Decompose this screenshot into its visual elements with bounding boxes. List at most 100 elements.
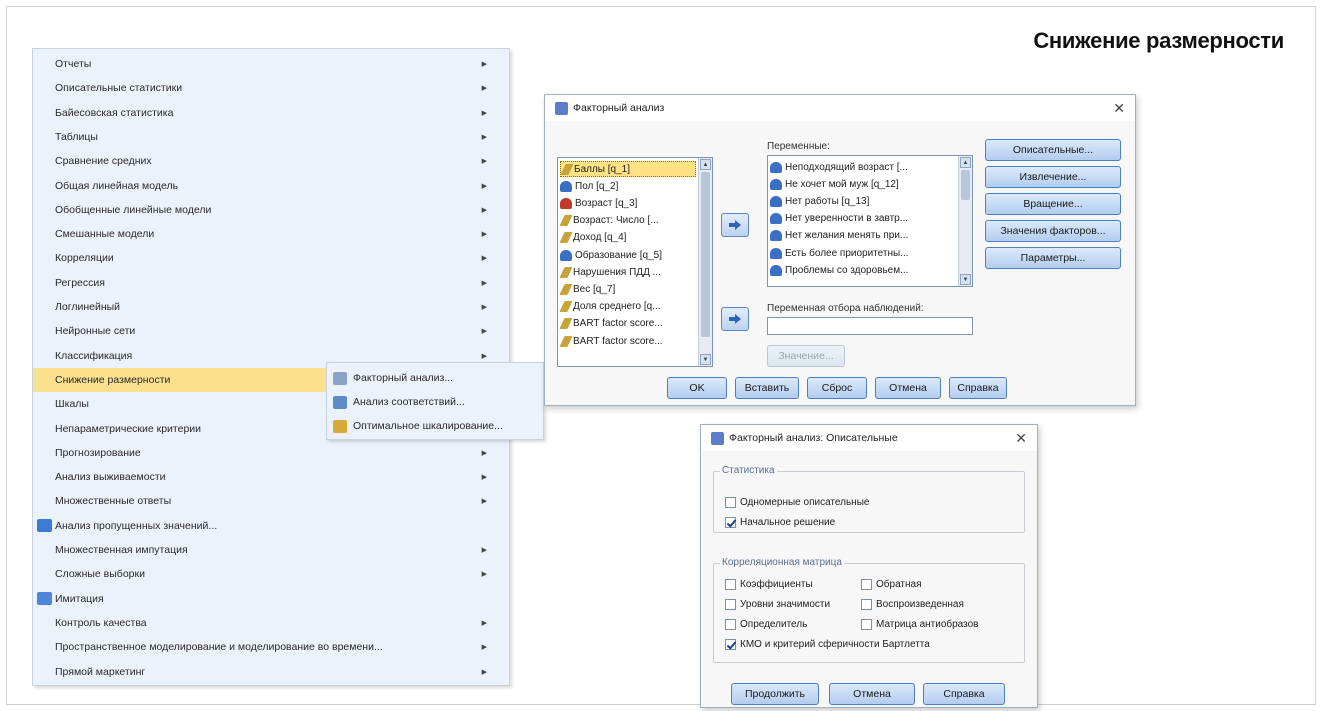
variable-item[interactable]: Нарушения ПДД ... [559,264,696,280]
close-icon[interactable]: ✕ [1015,430,1027,447]
menu-item[interactable]: Логлинейный ▶ [33,295,509,319]
variable-item[interactable]: Неподходящий возраст [... [770,159,956,175]
factor-scores-button[interactable]: Значения факторов... [985,220,1121,242]
checkbox-label: Обратная [876,579,922,590]
menu-item[interactable]: Регрессия ▶ [33,271,509,295]
checkbox-уровни-значимости[interactable]: Уровни значимости [725,599,830,610]
extraction-button[interactable]: Извлечение... [985,166,1121,188]
selection-variable-field[interactable] [767,317,973,335]
submenu-item[interactable]: Оптимальное шкалирование... [327,414,543,438]
scroll-thumb[interactable] [701,172,710,337]
menu-item[interactable]: Общая линейная модель ▶ [33,174,509,198]
checkbox[interactable] [725,639,736,650]
variable-item[interactable]: Баллы [q_1] [560,161,696,177]
ok-button[interactable]: OK [667,377,727,399]
checkbox-воспроизведенная[interactable]: Воспроизведенная [861,599,964,610]
variable-item[interactable]: Есть более приоритетны... [770,245,956,261]
scroll-down-icon[interactable]: ▼ [700,354,711,365]
checkbox-матрица-антиобразов[interactable]: Матрица антиобразов [861,619,978,630]
checkbox[interactable] [725,579,736,590]
scale-var-icon [560,163,574,175]
menu-item[interactable]: Смешанные модели ▶ [33,222,509,246]
checkbox-обратная[interactable]: Обратная [861,579,922,590]
analysis-variable-list[interactable]: ▲ ▼ Неподходящий возраст [... Не хочет мо… [767,155,973,287]
variable-item[interactable]: Нет работы [q_13] [770,193,956,209]
menu-item[interactable]: Отчеты ▶ [33,52,509,76]
descriptives-button[interactable]: Описательные... [985,139,1121,161]
variable-item[interactable]: Нет уверенности в завтр... [770,211,956,227]
nominal-var-icon [770,230,782,242]
variable-item[interactable]: BART factor score... [559,333,696,349]
rotation-button[interactable]: Вращение... [985,193,1121,215]
scroll-thumb[interactable] [961,170,970,200]
menu-item[interactable]: Обобщенные линейные модели ▶ [33,198,509,222]
help-button[interactable]: Справка [949,377,1007,399]
menu-item[interactable]: Контроль качества ▶ [33,611,509,635]
menu-item[interactable]: Сложные выборки ▶ [33,562,509,586]
variable-item[interactable]: Пол [q_2] [560,178,696,194]
source-variable-list[interactable]: ▲ ▼ Баллы [q_1] Пол [q_2] Возраст [q_3] Воз… [557,157,713,367]
variable-item[interactable]: Доход [q_4] [559,230,696,246]
menu-item[interactable]: Прогнозирование ▶ [33,441,509,465]
menu-item[interactable]: Анализ пропущенных значений... [33,514,509,538]
value-button[interactable]: Значение... [767,345,845,367]
menu-item[interactable]: Множественные ответы ▶ [33,489,509,513]
checkbox-кмо-и-критерий-сферичности-бартлетта[interactable]: КМО и критерий сферичности Бартлетта [725,639,930,650]
dialog-titlebar[interactable]: Факторный анализ: Описательные ✕ [701,425,1037,451]
checkbox[interactable] [861,599,872,610]
submenu-item[interactable]: Анализ соответствий... [327,390,543,414]
scroll-up-icon[interactable]: ▲ [960,157,971,168]
menu-item[interactable]: Прямой маркетинг ▶ [33,660,509,684]
variable-name: Нет работы [q_13] [785,195,870,207]
checkbox-начальное-решение[interactable]: Начальное решение [725,517,835,528]
checkbox-label: Коэффициенты [740,579,813,590]
checkbox-одномерные-описательные[interactable]: Одномерные описательные [725,497,869,508]
menu-item[interactable]: Корреляции ▶ [33,246,509,270]
source-list-scrollbar[interactable]: ▲ ▼ [698,158,712,366]
menu-item[interactable]: Нейронные сети ▶ [33,319,509,343]
scroll-up-icon[interactable]: ▲ [700,159,711,170]
variable-item[interactable]: Не хочет мой муж [q_12] [770,176,956,192]
variable-item[interactable]: Доля среднего [q... [559,299,696,315]
variable-item[interactable]: Вес [q_7] [559,281,696,297]
variable-item[interactable]: Образование [q_5] [560,247,696,263]
paste-button[interactable]: Вставить [735,377,799,399]
menu-item[interactable]: Таблицы ▶ [33,125,509,149]
checkbox-определитель[interactable]: Определитель [725,619,807,630]
menu-item[interactable]: Множественная импутация ▶ [33,538,509,562]
close-icon[interactable]: ✕ [1113,100,1125,117]
checkbox-label: Матрица антиобразов [876,619,979,630]
variable-item[interactable]: Возраст: Число [... [559,213,696,229]
move-to-variables-button[interactable] [721,213,749,237]
target-list-scrollbar[interactable]: ▲ ▼ [958,156,972,286]
menu-item[interactable]: Байесовская статистика ▶ [33,101,509,125]
variable-item[interactable]: Возраст [q_3] [560,195,696,211]
checkbox[interactable] [861,579,872,590]
cancel-button[interactable]: Отмена [829,683,915,705]
menu-item[interactable]: Пространственное моделирование и моделир… [33,635,509,659]
checkbox[interactable] [861,619,872,630]
scale-var-icon [559,266,573,278]
menu-item[interactable]: Сравнение средних ▶ [33,149,509,173]
checkbox[interactable] [725,619,736,630]
variable-item[interactable]: Нет желания менять при... [770,228,956,244]
menu-item[interactable]: Описательные статистики ▶ [33,76,509,100]
reset-button[interactable]: Сброс [807,377,867,399]
submenu-item[interactable]: Факторный анализ... [327,366,543,390]
move-to-selection-button[interactable] [721,307,749,331]
checkbox[interactable] [725,599,736,610]
continue-button[interactable]: Продолжить [731,683,819,705]
checkbox-коэффициенты[interactable]: Коэффициенты [725,579,813,590]
menu-item[interactable]: Имитация [33,587,509,611]
checkbox[interactable] [725,517,736,528]
variable-item[interactable]: BART factor score... [559,316,696,332]
dialog-titlebar[interactable]: Факторный анализ ✕ [545,95,1135,121]
menu-item[interactable]: Анализ выживаемости ▶ [33,465,509,489]
scroll-down-icon[interactable]: ▼ [960,274,971,285]
help-button[interactable]: Справка [923,683,1005,705]
checkbox[interactable] [725,497,736,508]
ordinal-var-icon [560,197,572,209]
options-button[interactable]: Параметры... [985,247,1121,269]
cancel-button[interactable]: Отмена [875,377,941,399]
variable-item[interactable]: Проблемы со здоровьем... [770,262,956,278]
